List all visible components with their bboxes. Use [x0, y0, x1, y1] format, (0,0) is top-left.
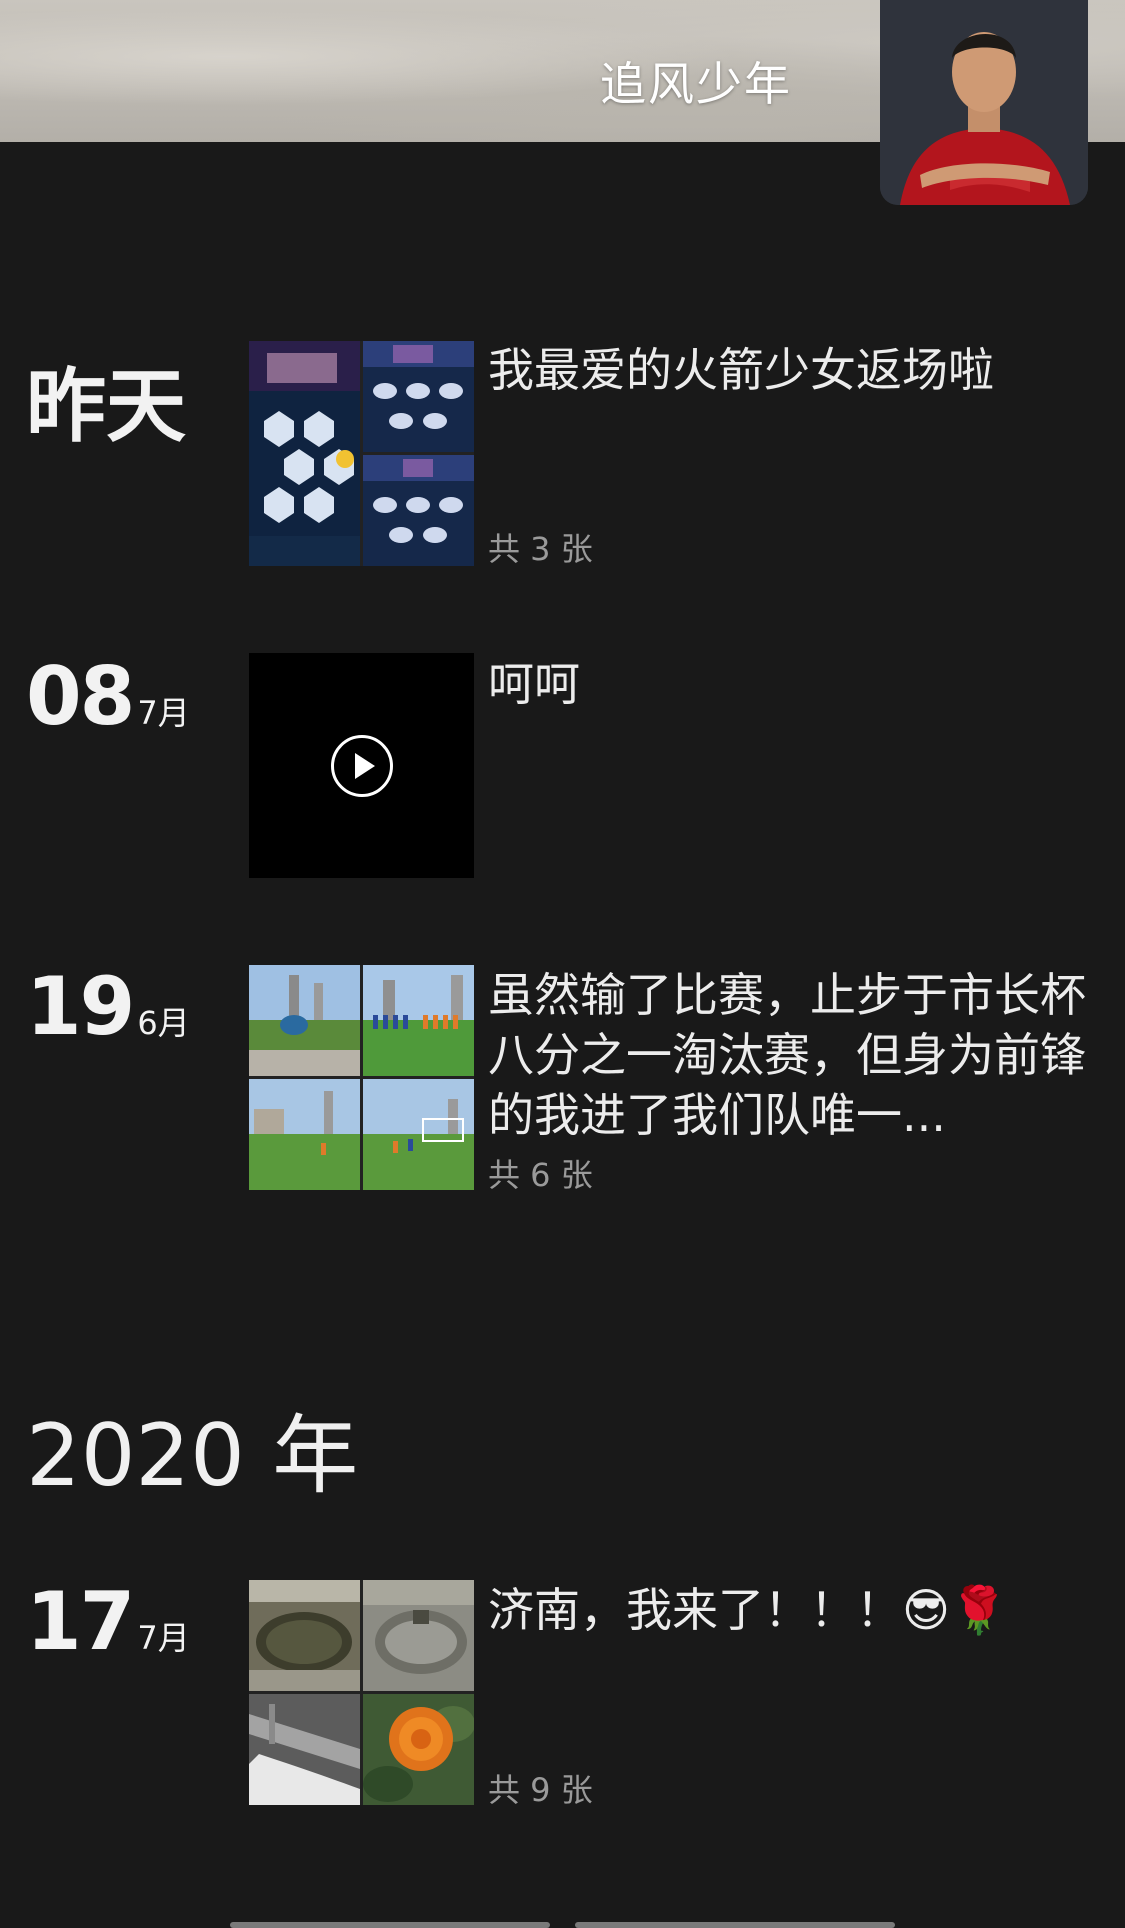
post-thumbnail[interactable] [249, 1580, 474, 1805]
photo [249, 1079, 360, 1190]
photo-count: 共 6 张 [488, 1156, 593, 1194]
photo [363, 455, 474, 566]
post-text[interactable]: 我最爱的火箭少女返场啦 [488, 340, 1098, 400]
post-text[interactable]: 济南，我来了！！！😎🌹 [488, 1580, 1098, 1640]
post-day: 08 [26, 650, 135, 743]
post-month: 6月 [137, 1004, 190, 1042]
emoji: 😎🌹 [902, 1583, 1008, 1637]
post-date: 17 7月 [26, 1575, 190, 1668]
post-text[interactable]: 虽然输了比赛，止步于市长杯八分之一淘汰赛，但身为前锋的我进了我们队唯一... [488, 965, 1098, 1145]
play-icon[interactable] [331, 735, 393, 797]
photo [249, 341, 360, 566]
post-day: 17 [26, 1575, 135, 1668]
photo [363, 1079, 474, 1190]
photo-count: 共 3 张 [488, 530, 593, 568]
photo [249, 1694, 360, 1805]
photo [363, 341, 474, 452]
photo [249, 1580, 360, 1691]
photo [363, 1694, 474, 1805]
photo [249, 965, 360, 1076]
next-thumbnail-edge [575, 1922, 895, 1928]
post-date: 19 6月 [26, 960, 190, 1053]
post-text[interactable]: 呵呵 [488, 654, 1098, 714]
post-day: 19 [26, 960, 135, 1053]
year-header: 2020 年 [26, 1406, 359, 1506]
photo [363, 1580, 474, 1691]
post-thumbnail[interactable] [249, 965, 474, 1190]
next-thumbnail-edge [230, 1922, 550, 1928]
post-date: 昨天 [26, 360, 186, 453]
post-date: 08 7月 [26, 650, 190, 743]
post-text-content: 济南，我来了！！！ [488, 1583, 902, 1637]
photo [363, 965, 474, 1076]
avatar[interactable] [880, 0, 1088, 205]
video-thumbnail[interactable] [249, 653, 474, 878]
post-month: 7月 [137, 694, 190, 732]
photo-count: 共 9 张 [488, 1771, 593, 1809]
post-month: 7月 [137, 1619, 190, 1657]
post-thumbnail[interactable] [249, 341, 474, 566]
profile-name: 追风少年 [600, 57, 792, 111]
